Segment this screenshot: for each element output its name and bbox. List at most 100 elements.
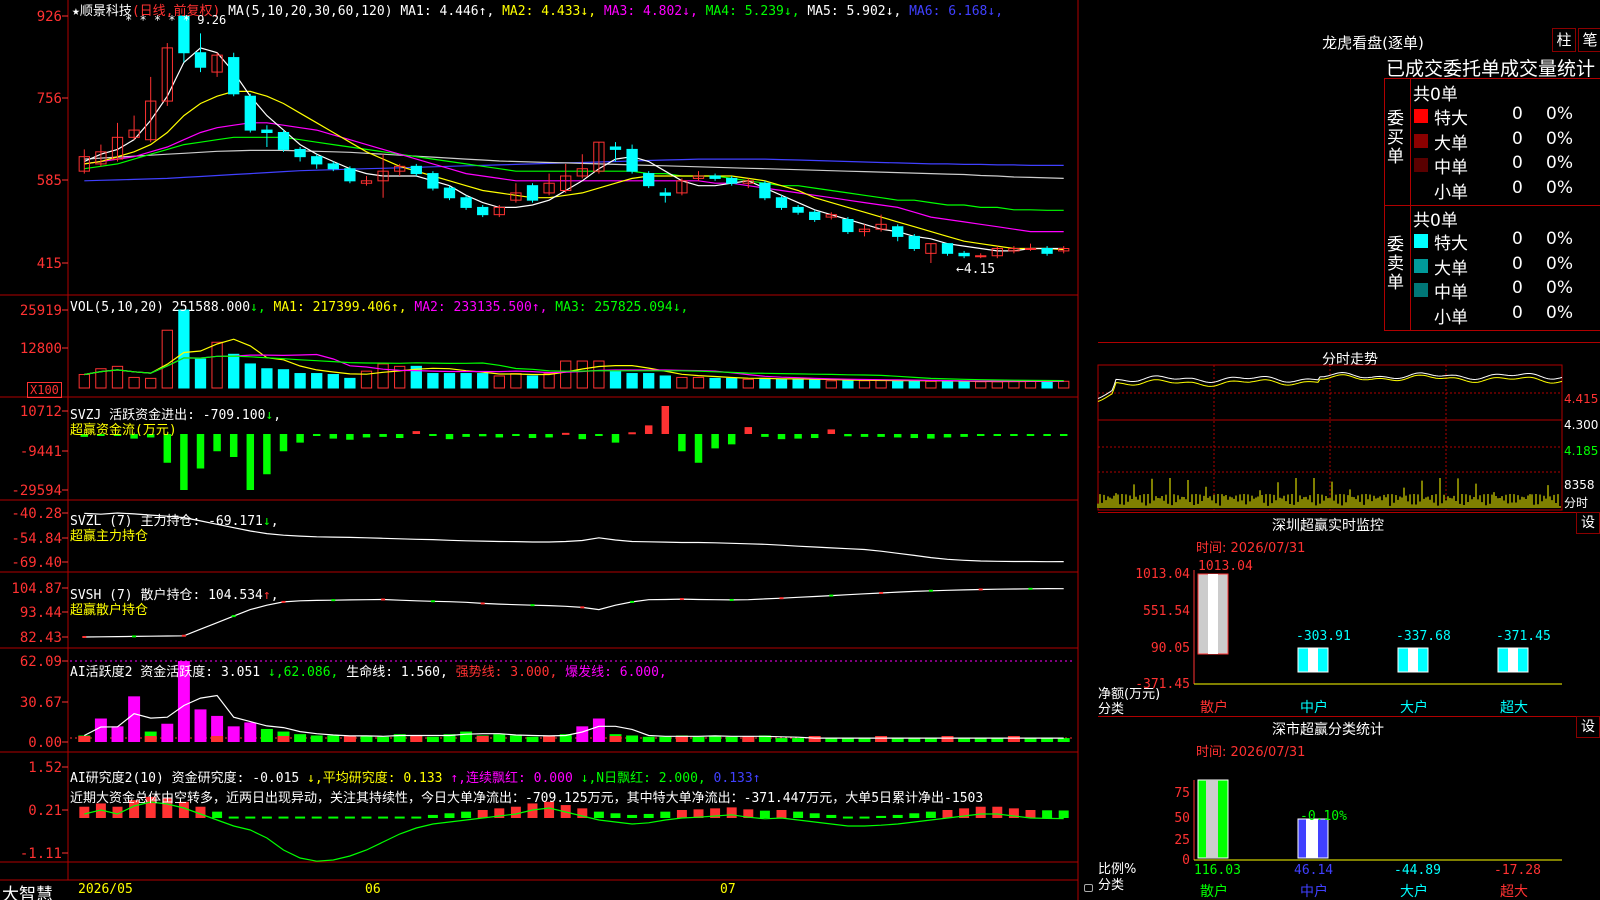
volume-bar	[145, 377, 157, 389]
candle	[477, 206, 489, 216]
research-bar	[311, 816, 322, 819]
active-base	[144, 736, 157, 742]
volume-bar	[809, 379, 821, 389]
high-price-label: * * * * * 9.26	[125, 13, 227, 27]
volume-bar	[543, 373, 555, 389]
sell-row-count-1: 0	[1512, 253, 1523, 274]
flow-bar	[429, 434, 437, 436]
flow-bar	[445, 434, 454, 440]
svsh-tick	[679, 598, 684, 601]
research-bar	[378, 816, 389, 819]
vol-ylabel-1: 12800	[20, 341, 62, 357]
sell-orders-label: 委卖单	[1387, 235, 1404, 293]
volume-bar	[925, 380, 937, 389]
ma-label: MA(5,10,20,30,60,120)	[228, 4, 393, 19]
brand-logo: 大智慧	[2, 885, 53, 900]
price-ylabel-2: 585	[37, 173, 62, 189]
research-line	[84, 801, 1064, 862]
flow-bar	[910, 434, 919, 439]
svzl-subtitle: 超赢主力持仓	[70, 529, 149, 544]
active-base	[609, 736, 622, 742]
active-bar	[792, 738, 805, 742]
volume-bar	[443, 373, 456, 389]
flow-bar	[578, 434, 587, 440]
research-bar	[610, 813, 621, 818]
research-bar	[444, 813, 455, 818]
buy-row-name-3: 小单	[1434, 182, 1468, 203]
active-bar	[327, 735, 340, 742]
candle	[975, 255, 987, 258]
ai1-ylabel-1: 30.67	[20, 695, 62, 711]
sell-row-name-2: 中单	[1434, 283, 1468, 303]
sell-row-pct-3: 0%	[1546, 302, 1573, 323]
svsh-ylabel-0: 104.87	[11, 581, 62, 597]
research-bar	[228, 816, 239, 819]
active-base	[808, 736, 821, 742]
intraday-ylabel-1: 4.415	[1564, 392, 1599, 406]
indicator-value-2: MA3: 257825.094↓,	[547, 300, 689, 315]
indicator-value-5: MA6: 6.168↓,	[901, 4, 1004, 19]
star-icon[interactable]: ★	[72, 4, 80, 19]
xaxis-label-2: 06	[365, 882, 381, 897]
indicator-value-0: MA1: 217399.406↑,	[273, 300, 407, 315]
intraday-ylabel-2: 4.300	[1564, 418, 1599, 432]
volume-bar	[676, 376, 688, 389]
active-base	[1007, 736, 1020, 742]
flow-bar	[893, 434, 902, 438]
candle	[659, 192, 671, 196]
research-bar	[212, 811, 223, 818]
active-bar	[493, 734, 506, 742]
flow-bar	[761, 434, 769, 437]
active-bar	[128, 696, 141, 742]
flow-bar	[462, 434, 470, 437]
tick-view-button[interactable]: 笔	[1578, 28, 1600, 52]
sell-row-name-0: 特大	[1434, 234, 1468, 254]
volume-bar	[842, 380, 854, 389]
active-bar	[227, 726, 240, 742]
volume-bar	[609, 370, 622, 389]
ai1-header: AI活跃度2 资金活跃度: 3.051 ↓,62.086, 生命线: 1.560…	[70, 665, 667, 680]
candle	[626, 148, 638, 172]
vol-ylabel-0: 25919	[20, 303, 62, 319]
active-base	[211, 736, 224, 742]
classify-settings-button[interactable]: 设	[1576, 716, 1600, 738]
flow-bar	[993, 434, 1002, 436]
active-bar	[460, 731, 473, 742]
active-bar	[161, 723, 174, 742]
volume-bar	[78, 374, 90, 389]
flow-bar	[794, 434, 802, 439]
indicator-value-3: 爆发线: 6.000,	[557, 665, 667, 680]
monitor-settings-button[interactable]: 设	[1576, 512, 1600, 534]
volume-bar	[991, 381, 1003, 389]
candle	[194, 52, 207, 68]
volume-bar	[692, 376, 705, 389]
candle	[1024, 247, 1037, 250]
active-bar	[526, 736, 539, 742]
sell-row-swatch-0	[1414, 234, 1428, 248]
volume-bar	[659, 375, 671, 389]
active-base	[277, 736, 290, 742]
lock-icon[interactable]	[1084, 884, 1093, 892]
flow-bar	[545, 434, 553, 438]
active-bar	[377, 736, 390, 742]
ai2-comment: 近期大资金总体由空转多，近两日出现异动，关注其持续性，今日大单净流出：-709.…	[70, 791, 984, 806]
flow-bar	[213, 434, 221, 452]
svzj-ylabel-0: 10712	[20, 404, 62, 420]
indicator-value-3: MA4: 5.239↓,	[697, 4, 800, 19]
volume-bar	[477, 373, 489, 389]
volume-bar	[892, 379, 904, 389]
sell-total: 共0单	[1413, 211, 1458, 231]
research-bar	[759, 810, 770, 818]
candle	[958, 252, 970, 257]
kline-chart-area[interactable]: 926 756 585 415 25919 12800 10712 -9441 -29594 -4…	[0, 0, 1100, 900]
indicator-value-1: MA2: 233135.500↑,	[406, 300, 548, 315]
flow-bar	[561, 432, 570, 435]
active-bar	[310, 735, 323, 742]
research-bar	[925, 811, 936, 818]
active-bar	[692, 736, 705, 742]
active-base	[875, 736, 888, 742]
volume-bar	[311, 373, 323, 389]
research-bar	[510, 806, 521, 818]
bar-view-button[interactable]: 柱	[1552, 28, 1576, 52]
ai1-ylabel-2: 0.00	[28, 735, 62, 751]
